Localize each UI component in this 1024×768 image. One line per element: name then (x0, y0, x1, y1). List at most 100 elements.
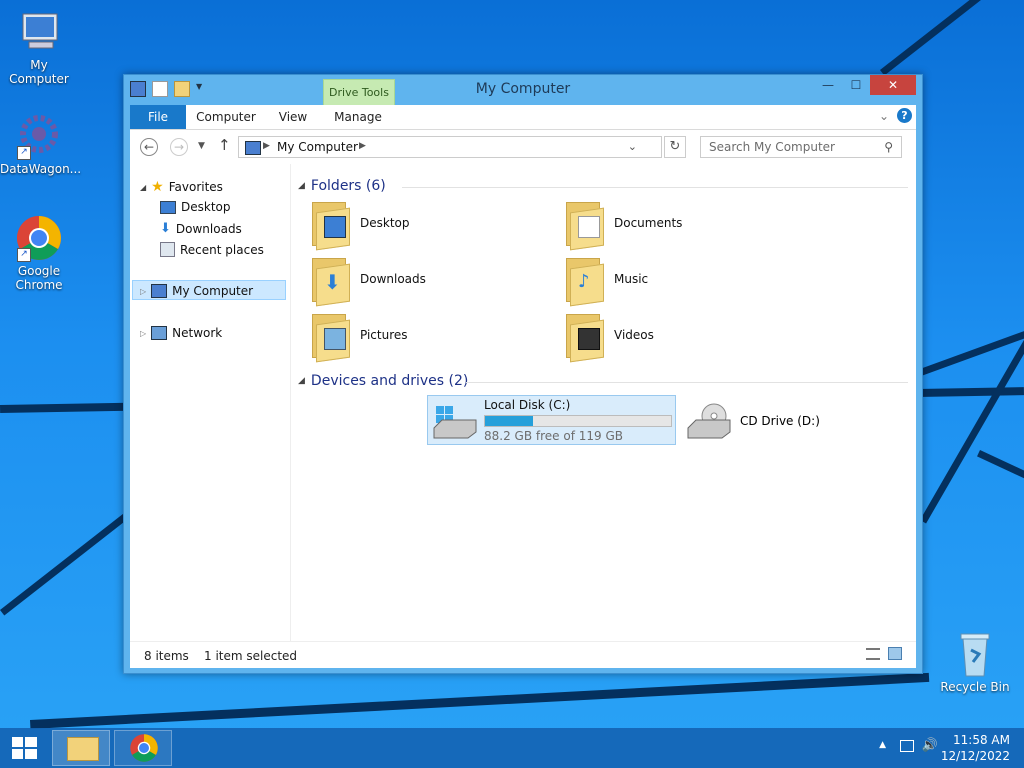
file-explorer-icon (67, 737, 99, 761)
nav-label: Downloads (175, 221, 242, 236)
desktop-icon-label: Recycle Bin (940, 680, 1010, 694)
drive-name: CD Drive (D:) (740, 414, 820, 428)
wallpaper-line (30, 672, 930, 729)
desktop-icon-datawagon[interactable]: ↗ DataWagon... (0, 112, 82, 176)
explorer-body: ◢ ★ Favorites Desktop ⬇ Downloads Recent… (130, 164, 916, 641)
recycle-bin-icon (951, 630, 999, 678)
folder-desktop[interactable]: Desktop (310, 200, 410, 251)
window-title: My Computer (475, 81, 571, 97)
collapse-icon[interactable]: ◢ (140, 183, 146, 192)
navigation-pane: ◢ ★ Favorites Desktop ⬇ Downloads Recent… (130, 164, 291, 641)
downloads-icon: ⬇ (160, 221, 171, 236)
window-controls: — ☐ ✕ (814, 75, 916, 95)
clock-time: 11:58 AM (953, 733, 1010, 747)
show-hidden-icons-icon[interactable]: ▲ (879, 740, 886, 750)
star-icon: ★ (151, 179, 164, 195)
details-view-icon[interactable] (866, 648, 880, 660)
expand-ribbon-icon[interactable]: ⌄ (879, 109, 889, 123)
tab-view[interactable]: View (268, 105, 318, 129)
nav-label: Desktop (181, 200, 231, 214)
taskbar-file-explorer[interactable] (52, 730, 110, 766)
devices-group-header[interactable]: ◢ Devices and drives (2) (298, 373, 468, 389)
ribbon-tabs: File Computer View Manage ⌄ ? (130, 105, 916, 130)
clock-date: 12/12/2022 (940, 749, 1010, 763)
collapse-icon[interactable]: ◢ (298, 181, 305, 191)
minimize-button[interactable]: — (814, 75, 842, 95)
nav-label: Favorites (168, 180, 223, 194)
clock[interactable]: 11:58 AM 12/12/2022 (941, 732, 1010, 764)
desktop-icon-label: DataWagon... (0, 162, 82, 176)
taskbar-chrome[interactable] (114, 730, 172, 766)
nav-recent-places[interactable]: Recent places (160, 242, 264, 257)
computer-icon (151, 284, 168, 298)
folder-videos[interactable]: Videos (564, 312, 654, 363)
chrome-icon (130, 734, 158, 762)
tab-file[interactable]: File (130, 105, 186, 129)
refresh-button[interactable]: ↻ (664, 136, 686, 158)
taskbar: ▲ 🔊 11:58 AM 12/12/2022 (0, 728, 1024, 768)
group-title: Devices and drives (2) (310, 373, 469, 389)
selection-count: 1 item selected (204, 649, 298, 663)
folders-group-header[interactable]: ◢ Folders (6) (298, 178, 386, 194)
folder-label: Pictures (360, 328, 408, 342)
nav-favorites[interactable]: ◢ ★ Favorites (140, 179, 223, 195)
divider (402, 187, 908, 188)
folder-icon: ⬇ (310, 256, 350, 307)
start-button[interactable] (0, 728, 48, 768)
folder-label: Desktop (360, 216, 410, 230)
hard-drive-icon (432, 402, 478, 440)
volume-icon[interactable]: 🔊 (922, 738, 938, 753)
folder-pictures[interactable]: Pictures (310, 312, 408, 363)
recent-places-icon (160, 242, 175, 257)
drive-local-disk-c[interactable]: Local Disk (C:) 88.2 GB free of 119 GB (427, 395, 676, 445)
cd-drive-icon (686, 402, 732, 440)
nav-desktop[interactable]: Desktop (160, 200, 231, 214)
nav-label: My Computer (172, 284, 254, 298)
nav-downloads[interactable]: ⬇ Downloads (160, 221, 242, 236)
folder-documents[interactable]: Documents (564, 200, 683, 251)
help-icon[interactable]: ? (897, 108, 912, 123)
folder-downloads[interactable]: ⬇ Downloads (310, 256, 426, 307)
breadcrumb-separator-icon[interactable]: ▶ (263, 141, 270, 151)
item-count: 8 items (144, 649, 189, 663)
network-icon (151, 326, 168, 340)
desktop-icon-label: Google Chrome (15, 264, 63, 292)
network-icon[interactable] (900, 740, 914, 752)
desktop-icon-label: My Computer (9, 58, 69, 86)
folder-label: Documents (614, 216, 683, 230)
folder-label: Downloads (360, 272, 426, 286)
large-icons-view-icon[interactable] (888, 647, 902, 660)
folder-icon (310, 312, 350, 363)
maximize-button[interactable]: ☐ (842, 75, 870, 95)
search-icon: ⚲ (884, 140, 893, 154)
nav-network[interactable]: ▷ Network (140, 326, 222, 340)
drive-usage-bar (484, 415, 672, 427)
desktop-icon-my-computer[interactable]: My Computer (0, 8, 78, 86)
recent-locations-icon[interactable]: ▼ (198, 141, 205, 151)
forward-button[interactable]: → (170, 138, 188, 156)
desktop-icon-chrome[interactable]: ↗ Google Chrome (0, 214, 78, 292)
tab-computer[interactable]: Computer (190, 105, 262, 129)
desktop-icon-recycle-bin[interactable]: Recycle Bin (936, 630, 1014, 694)
address-dropdown-icon[interactable]: ⌄ (628, 140, 637, 153)
wallpaper-line (880, 0, 1024, 76)
close-button[interactable]: ✕ (870, 75, 916, 95)
search-input[interactable]: Search My Computer ⚲ (700, 136, 902, 158)
collapse-icon[interactable]: ◢ (298, 376, 305, 386)
drive-cd-d[interactable]: CD Drive (D:) (686, 402, 820, 440)
tab-manage[interactable]: Manage (324, 105, 392, 129)
breadcrumb[interactable]: My Computer (277, 140, 358, 154)
up-button[interactable]: ↑ (218, 136, 231, 154)
ribbon-controls: ⌄ ? (879, 108, 912, 123)
folder-music[interactable]: ♪ Music (564, 256, 648, 307)
title-bar[interactable]: ▼ Drive Tools My Computer — ☐ ✕ (124, 75, 922, 106)
desktop-icon (160, 200, 176, 214)
expand-icon[interactable]: ▷ (140, 329, 146, 338)
expand-icon[interactable]: ▷ (140, 287, 146, 296)
nav-label: Recent places (180, 242, 264, 257)
wallpaper-line (977, 450, 1024, 541)
address-bar[interactable]: ▶ My Computer ▶ ⌄ (238, 136, 662, 158)
breadcrumb-separator-icon[interactable]: ▶ (359, 141, 366, 151)
back-button[interactable]: ← (140, 138, 158, 156)
nav-my-computer[interactable]: ▷ My Computer (140, 284, 253, 298)
